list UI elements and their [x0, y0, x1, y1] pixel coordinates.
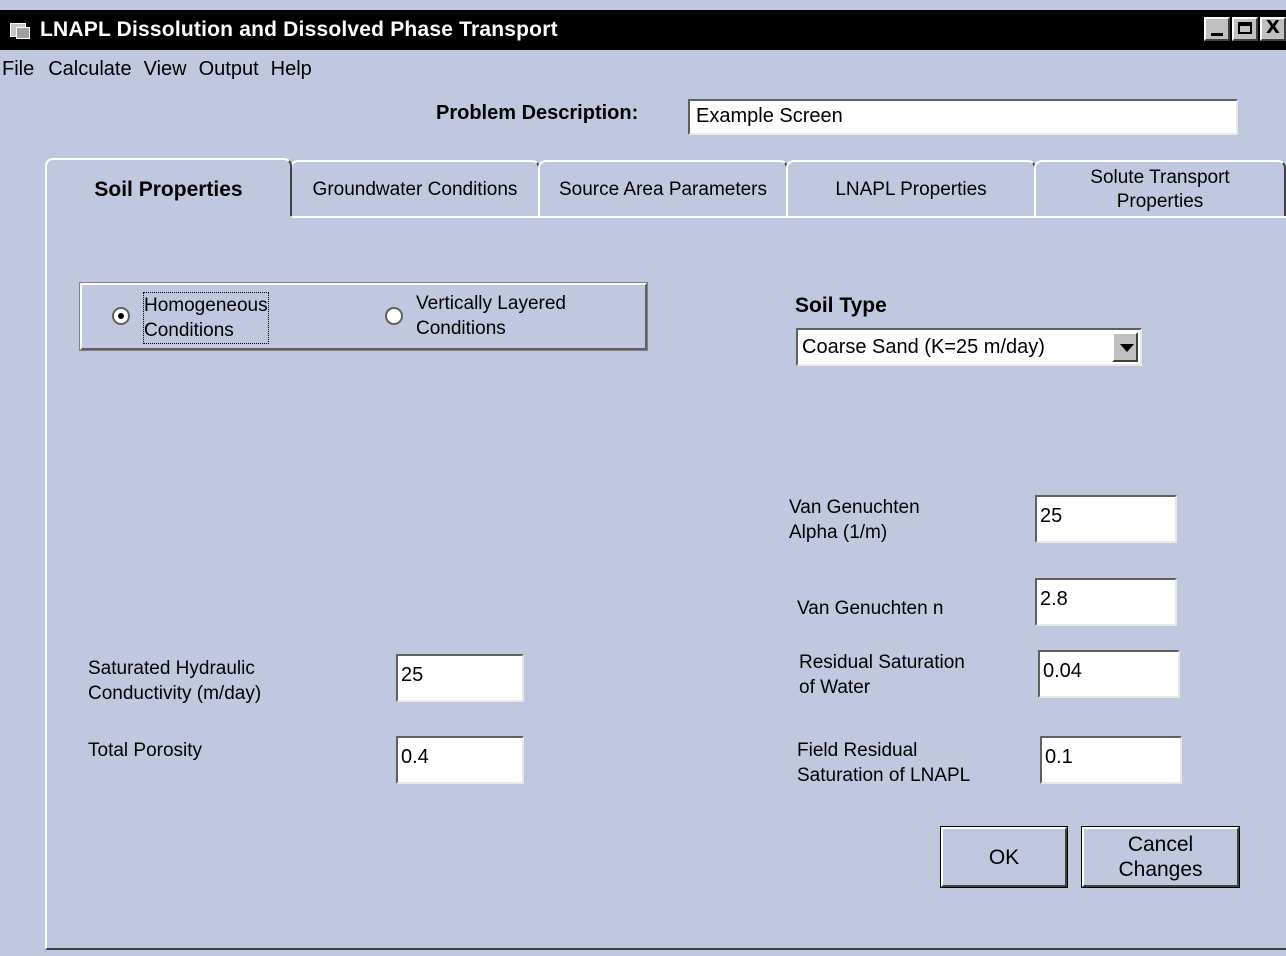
tab-label: Source Area Parameters	[558, 179, 768, 200]
minimize-icon	[1211, 33, 1223, 36]
homogeneous-label[interactable]: Homogeneous Conditions	[143, 292, 269, 344]
problem-description-label: Problem Description:	[436, 102, 639, 124]
tab-groundwater-conditions[interactable]: Groundwater Conditions	[290, 160, 540, 218]
close-button[interactable]: X	[1260, 17, 1286, 41]
tab-label: Solute Transport Properties	[1090, 167, 1230, 212]
maximize-button[interactable]	[1232, 17, 1258, 41]
menu-view[interactable]: View	[144, 58, 199, 86]
tab-label: Groundwater Conditions	[312, 179, 518, 200]
tab-solute-transport-properties[interactable]: Solute Transport Properties	[1034, 160, 1286, 218]
ok-button[interactable]: OK	[940, 826, 1068, 888]
menu-calculate[interactable]: Calculate	[48, 58, 143, 86]
menu-file[interactable]: File	[2, 58, 48, 86]
vg-alpha-label: Van Genuchten Alpha (1/m)	[789, 497, 920, 543]
tab-lnapl-properties[interactable]: LNAPL Properties	[786, 160, 1036, 218]
soil-type-value: Coarse Sand (K=25 m/day)	[802, 336, 1045, 358]
tab-soil-properties[interactable]: Soil Properties	[45, 158, 292, 220]
total-porosity-input[interactable]: 0.4	[396, 736, 524, 784]
tab-source-area-parameters[interactable]: Source Area Parameters	[538, 160, 788, 218]
menu-bar: File Calculate View Output Help	[0, 58, 324, 86]
saturated-hydraulic-conductivity-input[interactable]: 25	[396, 654, 524, 702]
vg-alpha-input[interactable]: 25	[1035, 495, 1177, 543]
tab-label: LNAPL Properties	[835, 179, 987, 200]
vertically-layered-label[interactable]: Vertically Layered Conditions	[416, 291, 566, 341]
field-residual-saturation-lnapl-label: Field Residual Saturation of LNAPL	[797, 740, 971, 786]
window-title: LNAPL Dissolution and Dissolved Phase Tr…	[40, 18, 558, 41]
title-bar: LNAPL Dissolution and Dissolved Phase Tr…	[0, 10, 1286, 50]
close-icon: X	[1266, 17, 1280, 38]
vertically-layered-radio[interactable]	[385, 307, 403, 325]
tab-label: Soil Properties	[94, 178, 243, 201]
conditions-radio-group: Homogeneous Conditions Vertically Layere…	[79, 282, 648, 351]
chevron-down-icon	[1120, 344, 1134, 352]
ok-button-label: OK	[988, 845, 1020, 869]
saturated-hydraulic-conductivity-label: Saturated Hydraulic Conductivity (m/day)	[88, 658, 262, 704]
problem-description-input[interactable]: Example Screen	[688, 99, 1238, 135]
homogeneous-radio[interactable]	[112, 307, 130, 325]
soil-type-select[interactable]: Coarse Sand (K=25 m/day)	[796, 328, 1142, 366]
app-icon	[10, 21, 32, 39]
residual-saturation-water-input[interactable]: 0.04	[1038, 650, 1180, 698]
soil-type-label: Soil Type	[795, 294, 887, 317]
dropdown-button[interactable]	[1112, 332, 1138, 362]
menu-help[interactable]: Help	[271, 58, 324, 86]
residual-saturation-water-label: Residual Saturation of Water	[799, 652, 965, 698]
maximize-icon	[1238, 22, 1252, 34]
field-residual-saturation-lnapl-input[interactable]: 0.1	[1040, 736, 1182, 784]
total-porosity-label: Total Porosity	[88, 740, 203, 761]
vg-n-input[interactable]: 2.8	[1035, 578, 1177, 626]
minimize-button[interactable]	[1204, 17, 1230, 41]
menu-output[interactable]: Output	[199, 58, 271, 86]
vg-n-label: Van Genuchten n	[797, 598, 944, 619]
cancel-changes-button[interactable]: Cancel Changes	[1081, 826, 1240, 888]
